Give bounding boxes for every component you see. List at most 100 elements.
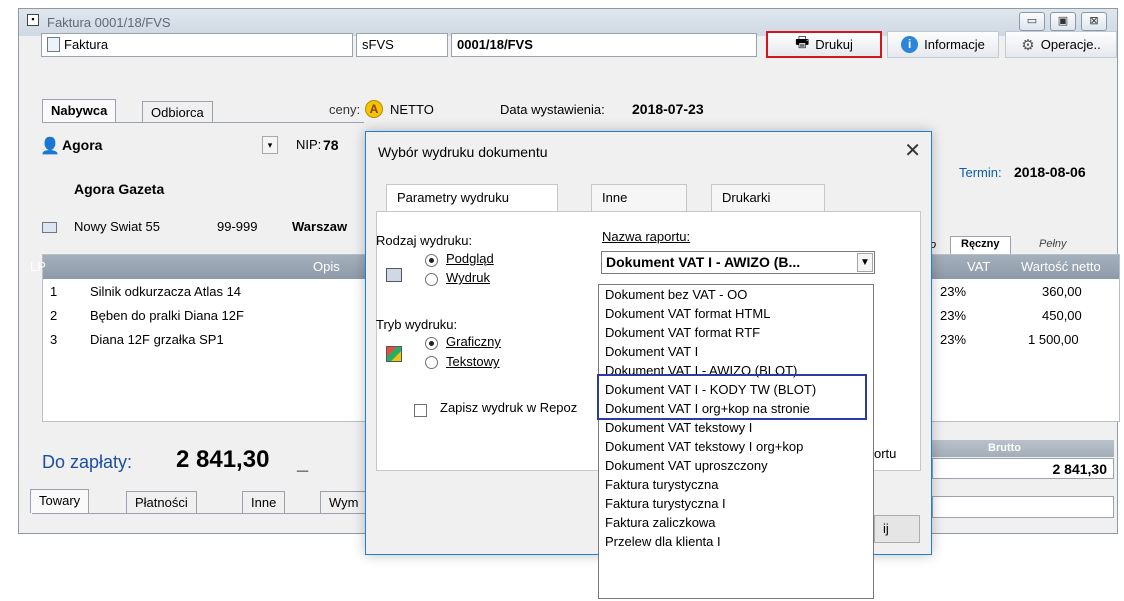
radio-graphic-label[interactable]: Graficzny [446,334,501,349]
row-3-net: 1 500,00 [1028,332,1079,347]
row-2-desc: Bęben do pralki Diana 12F [90,308,244,323]
radio-text[interactable] [425,356,438,369]
view-tab-reczny[interactable]: Ręczny [950,236,1011,255]
dropdown-highlight-box [597,374,867,420]
dropdown-option[interactable]: Faktura turystyczna I [599,494,873,513]
to-pay-label: Do zapłaty: [42,452,133,472]
print-button[interactable]: 🖶 Drukuj [766,31,882,58]
print-mode-label: Tryb wydruku: [376,317,458,332]
printer-icon: 🖶 [795,34,810,51]
operations-button[interactable]: ⚙ Operacje.. [1005,31,1117,58]
tab-print-params[interactable]: Parametry wydruku [386,184,558,211]
partial-dialog-button[interactable]: ij [874,515,920,543]
dropdown-option[interactable]: Faktura turystyczna [599,475,873,494]
dropdown-option[interactable]: Dokument VAT tekstowy I org+kop [599,437,873,456]
brutto-value: 2 841,30 [932,458,1114,479]
dropdown-option[interactable]: Dokument bez VAT - OO [599,285,873,304]
row-2-vat: 23% [940,308,967,323]
maximize-button[interactable]: ▣ [1050,12,1076,31]
view-tab-pelny[interactable]: Pełny [1027,237,1079,251]
report-select[interactable]: Dokument VAT I - AWIZO (B... [601,251,875,274]
tab-printers[interactable]: Drukarki [711,184,825,211]
radio-print[interactable] [425,273,438,286]
postcode-value: 99-999 [217,219,258,234]
brutto-label: Brutto [988,442,1021,454]
bottom-field[interactable] [932,496,1114,518]
row-1-vat: 23% [940,284,967,299]
dropdown-option[interactable]: Dokument VAT format HTML [599,304,873,323]
tab-inne[interactable]: Inne [242,491,286,513]
col-opis[interactable]: Opis [313,259,340,274]
gear-icon: ⚙ [1021,36,1035,54]
customer-name: Agora [62,137,103,153]
window-title: Faktura 0001/18/FVS [47,15,171,30]
tab-odbiorca[interactable]: Odbiorca [142,101,213,123]
tab-towary-label: Towary [39,493,81,508]
row-1-lp: 1 [50,284,58,299]
row-2-net: 450,00 [1042,308,1082,323]
to-pay-cursor: _ [297,452,309,474]
dialog-title: Wybór wydruku dokumentu [378,144,548,160]
series-field[interactable]: sFVS [356,33,448,57]
issue-date-value: 2018-07-23 [632,101,704,117]
tab-platnosci[interactable]: Płatności [126,491,197,513]
radio-preview[interactable] [425,254,438,267]
tab-towary[interactable]: Towary [30,489,90,513]
row-3-vat: 23% [940,332,967,347]
due-date-label: Termin: [959,165,1002,180]
tab-wym[interactable]: Wym [320,491,368,513]
col-lp[interactable]: LP [30,259,46,274]
issue-date-label: Data wystawienia: [500,102,605,117]
dropdown-option[interactable]: Dokument VAT tekstowy I [599,418,873,437]
dropdown-option[interactable]: Dokument VAT format RTF [599,323,873,342]
to-pay-value: 2 841,30 [176,446,270,473]
customer-dropdown-button[interactable]: ▾ [262,136,278,154]
prices-badge: A [365,100,383,118]
save-repo-label[interactable]: Zapisz wydruk w Repoz [440,400,577,415]
document-icon [47,37,60,52]
dropdown-option[interactable]: Dokument VAT uproszczony [599,456,873,475]
print-label: Drukuj [815,37,853,52]
graphic-mode-icon [386,346,402,362]
street-value: Nowy Swiat 55 [74,219,160,234]
save-repo-checkbox[interactable] [414,404,427,417]
minimize-button[interactable]: ▭ [1019,12,1045,31]
tabs-underline [42,122,364,123]
print-kind-label: Rodzaj wydruku: [376,233,473,248]
dropdown-option[interactable]: Przelew dla klienta I [599,532,873,551]
preview-icon [386,268,402,282]
person-icon: 👤 [40,138,60,155]
radio-preview-label[interactable]: Podgląd [446,251,494,266]
radio-text-label[interactable]: Tekstowy [446,354,499,369]
row-1-desc: Silnik odkurzacza Atlas 14 [90,284,242,299]
chevron-down-icon[interactable]: ▼ [857,253,873,272]
app-icon: ▪ [27,14,39,26]
nip-label: NIP: [296,137,322,152]
col-vat[interactable]: VAT [967,259,990,274]
number-field[interactable]: 0001/18/FVS [451,33,757,57]
doc-type-value: Faktura [64,37,109,52]
info-icon: i [901,36,919,53]
report-dropdown-list[interactable]: Dokument bez VAT - OO Dokument VAT forma… [598,284,874,599]
row-3-lp: 3 [50,332,58,347]
prices-value: NETTO [390,102,434,117]
brutto-header: Brutto [932,440,1114,457]
radio-graphic[interactable] [425,337,438,350]
report-name-label: Nazwa raportu: [602,229,691,244]
dialog-close-button[interactable]: ✕ [904,138,921,163]
address-card-icon [42,222,57,233]
tab-nabywca[interactable]: Nabywca [42,99,117,123]
info-button[interactable]: i Informacje [887,31,999,58]
dropdown-option[interactable]: Dokument VAT I [599,342,873,361]
info-label: Informacje [924,37,985,52]
partial-dialog-button-label: ij [883,521,889,536]
prices-label: ceny: [329,102,361,117]
dropdown-option[interactable]: Faktura zaliczkowa [599,513,873,532]
col-net[interactable]: Wartość netto [1021,259,1101,274]
doc-type-field[interactable]: Faktura [41,33,353,57]
partial-right-label: ortu [874,446,897,461]
tab-dialog-inne[interactable]: Inne [591,184,687,211]
due-date-value: 2018-08-06 [1014,164,1086,180]
radio-print-label[interactable]: Wydruk [446,270,490,285]
close-button[interactable]: ⊠ [1081,12,1107,31]
